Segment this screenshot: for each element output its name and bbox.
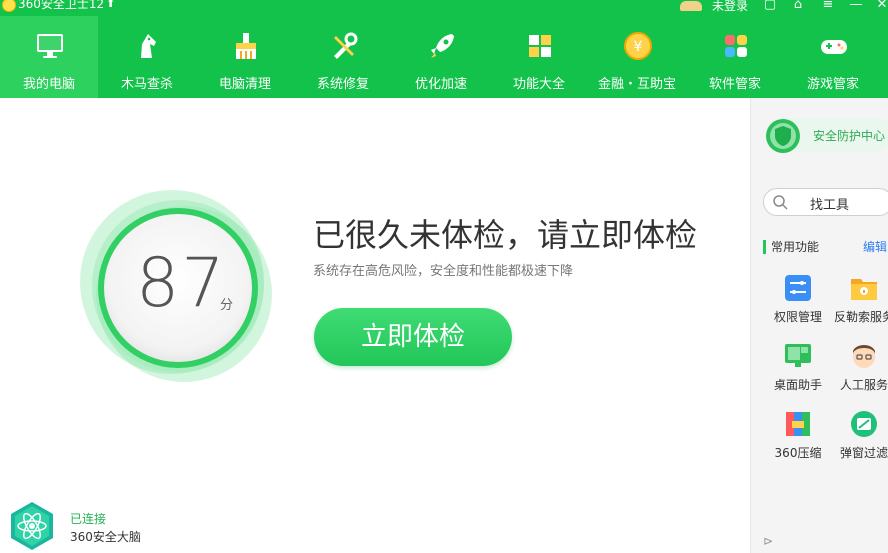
tool-permission-manager[interactable]: 权限管理 <box>763 274 833 325</box>
nav-label: 金融・互助宝 <box>597 77 676 92</box>
checkup-subline: 系统存在高危风险，安全度和性能都极速下降 <box>313 264 574 279</box>
brain-name[interactable]: 360安全大脑 <box>70 528 141 545</box>
nav-item-finance[interactable]: ¥ 金融・互助宝 <box>588 16 686 98</box>
nav-label: 我的电脑 <box>22 77 75 92</box>
collapse-sidebar-icon[interactable]: ⊳ <box>763 534 775 548</box>
desktop-helper-icon <box>785 344 811 367</box>
yuan-coin-icon: ¥ <box>624 32 652 60</box>
nav-label: 优化加速 <box>414 77 467 92</box>
360-logo-icon <box>2 0 16 12</box>
brain-connection-status: 已连接 <box>70 512 107 526</box>
search-placeholder: 找工具 <box>810 198 850 213</box>
tool-label: 360压缩 <box>774 446 822 460</box>
shirt-icon[interactable]: ⌂ <box>790 0 806 12</box>
nav-label: 电脑清理 <box>218 77 271 92</box>
minimize-button[interactable]: — <box>848 0 864 12</box>
broom-icon <box>236 33 256 59</box>
nav-item-all-features[interactable]: 功能大全 <box>490 16 588 98</box>
tool-search-input[interactable]: 找工具 <box>763 188 888 216</box>
edit-tools-link[interactable]: 编辑 <box>863 238 887 255</box>
close-button[interactable]: ✕ <box>874 0 888 12</box>
right-sidebar: 安全防护中心 找工具 常用功能 编辑 权限管理 反勒索服务 桌面助手 人工服务 … <box>750 98 888 553</box>
security-center-label: 安全防护中心 <box>813 129 886 143</box>
main-panel: 87 分 已很久未体检，请立即体检 系统存在高危风险，安全度和性能都极速下降 立… <box>0 98 750 553</box>
nav-item-cleanup[interactable]: 电脑清理 <box>196 16 294 98</box>
search-icon <box>773 195 788 210</box>
tool-label: 权限管理 <box>773 310 822 324</box>
login-link[interactable]: 未登录 <box>712 0 748 14</box>
checkup-headline: 已很久未体检，请立即体检 <box>313 216 698 254</box>
window-title: 360安全卫士12 <box>18 0 105 11</box>
user-avatar[interactable] <box>680 1 702 11</box>
popup-filter-icon <box>851 411 877 437</box>
score-value: 87 <box>136 244 227 323</box>
nav-item-my-computer[interactable]: 我的电脑 <box>0 16 98 98</box>
title-bar: 360安全卫士12 ⬆ 未登录 ▢ ⌂ ≡ — ✕ <box>0 0 888 14</box>
nav-label: 功能大全 <box>512 77 565 92</box>
start-checkup-button[interactable]: 立即体检 <box>314 308 512 366</box>
nav-item-software-manager[interactable]: 软件管家 <box>686 16 784 98</box>
tool-360-zip[interactable]: 360压缩 <box>763 410 833 461</box>
tool-anti-ransom[interactable]: 反勒索服务 <box>829 274 888 325</box>
nav-item-game-manager[interactable]: 游戏管家 <box>784 16 882 98</box>
tool-label: 人工服务 <box>839 378 888 392</box>
security-center-button[interactable]: 安全防护中心 <box>765 118 888 153</box>
nav-item-optimize[interactable]: 优化加速 <box>392 16 490 98</box>
nav-item-trojan-scan[interactable]: 木马查杀 <box>98 16 196 98</box>
rocket-icon <box>431 34 454 58</box>
tool-label: 反勒索服务 <box>833 310 888 324</box>
upgrade-arrow-icon[interactable]: ⬆ <box>106 0 115 10</box>
support-agent-icon <box>853 345 875 368</box>
nav-item-system-repair[interactable]: 系统修复 <box>294 16 392 98</box>
nav-label: 系统修复 <box>316 77 369 92</box>
score-ring: 87 分 <box>80 188 280 388</box>
anti-ransom-icon <box>851 279 877 300</box>
top-header: 360安全卫士12 ⬆ 未登录 ▢ ⌂ ≡ — ✕ 我的电脑 木马查杀 电脑清理… <box>0 0 888 98</box>
score-unit: 分 <box>220 298 234 313</box>
nav-label: 游戏管家 <box>806 77 859 92</box>
tool-support-service[interactable]: 人工服务 <box>829 342 888 393</box>
tool-popup-filter[interactable]: 弹窗过滤 <box>829 410 888 461</box>
computer-icon <box>37 34 63 58</box>
nav-label: 软件管家 <box>708 77 761 92</box>
grid-icon <box>529 35 551 57</box>
nav-label: 木马查杀 <box>120 77 173 92</box>
svg-text:¥: ¥ <box>634 39 643 55</box>
zip-icon <box>786 412 810 436</box>
tool-desktop-helper[interactable]: 桌面助手 <box>763 342 833 393</box>
permission-icon <box>785 275 811 301</box>
horse-icon <box>141 34 156 58</box>
software-icon <box>725 35 747 57</box>
tool-label: 桌面助手 <box>773 378 822 392</box>
main-nav: 我的电脑 木马查杀 电脑清理 系统修复 优化加速 功能大全 ¥ 金融・互助宝 软… <box>0 16 888 98</box>
menu-icon[interactable]: ≡ <box>820 0 836 12</box>
shield-icon <box>766 119 800 153</box>
security-brain-icon[interactable] <box>8 500 56 552</box>
section-marker <box>763 240 766 254</box>
tools-icon <box>334 32 358 59</box>
common-tools-title: 常用功能 <box>771 240 820 254</box>
skin-icon[interactable]: ▢ <box>762 0 778 12</box>
gamepad-icon <box>821 40 847 54</box>
tool-label: 弹窗过滤 <box>839 446 888 460</box>
